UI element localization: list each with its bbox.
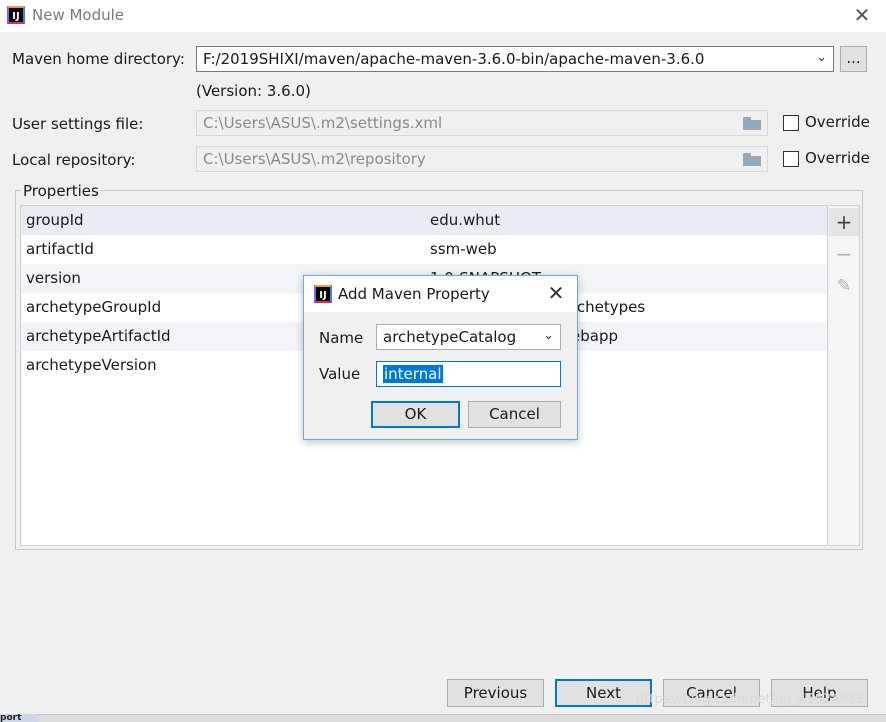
close-icon[interactable]: ✕ [851, 4, 873, 26]
dialog-value-label: Value [319, 365, 361, 383]
user-settings-label: User settings file: [12, 115, 144, 133]
background-tab: port [0, 714, 38, 722]
local-repository-field[interactable]: C:\Users\ASUS\.m2\repository [196, 146, 768, 172]
add-property-icon[interactable]: + [829, 208, 859, 236]
chevron-down-icon[interactable]: ⌄ [543, 328, 554, 343]
user-settings-value: C:\Users\ASUS\.m2\settings.xml [203, 114, 443, 132]
dialog-name-label: Name [319, 329, 364, 347]
maven-version-text: (Version: 3.6.0) [196, 82, 311, 100]
watermark: https://blog.csdn.net/qq_43624683 [636, 692, 865, 707]
property-name-combo[interactable]: archetypeCatalog ⌄ [376, 324, 561, 350]
properties-legend: Properties [21, 182, 101, 200]
dialog-title: Add Maven Property [338, 285, 490, 303]
property-value: edu.whut [430, 211, 501, 229]
background-window-edge [0, 714, 886, 722]
previous-button[interactable]: Previous [447, 679, 544, 707]
properties-toolbar: + − ✎ [829, 205, 860, 546]
property-value-text: internal [383, 365, 443, 383]
property-value-input[interactable]: internal [376, 361, 561, 387]
maven-home-label: Maven home directory: [12, 50, 185, 68]
user-settings-field[interactable]: C:\Users\ASUS\.m2\settings.xml [196, 110, 768, 136]
folder-icon[interactable] [743, 117, 761, 130]
override-settings-label: Override [805, 113, 870, 131]
maven-home-combo[interactable]: F:/2019SHIXI/maven/apache-maven-3.6.0-bi… [196, 46, 834, 72]
property-key: artifactId [26, 240, 94, 258]
intellij-app-icon: IJ [314, 285, 332, 303]
property-key: archetypeArtifactId [26, 327, 171, 345]
remove-property-icon[interactable]: − [829, 240, 859, 268]
window-title: New Module [32, 6, 125, 24]
override-repository-checkbox[interactable] [783, 151, 799, 167]
property-key: version [26, 269, 81, 287]
table-row[interactable]: groupId edu.whut [21, 206, 827, 235]
property-value: rchetypes [571, 298, 646, 316]
local-repository-label: Local repository: [12, 151, 136, 169]
chevron-down-icon[interactable]: ⌄ [816, 50, 827, 65]
close-icon[interactable]: ✕ [544, 281, 568, 305]
property-name-value: archetypeCatalog [383, 328, 517, 346]
property-value: ssm-web [430, 240, 497, 258]
ok-button[interactable]: OK [371, 401, 460, 428]
override-settings-checkbox[interactable] [783, 115, 799, 131]
edit-property-icon[interactable]: ✎ [829, 272, 859, 300]
property-value: ebapp [571, 327, 618, 345]
dialog-cancel-button[interactable]: Cancel [468, 401, 561, 428]
property-key: archetypeVersion [26, 356, 157, 374]
add-maven-property-dialog: IJ Add Maven Property ✕ Name archetypeCa… [303, 275, 578, 440]
local-repository-value: C:\Users\ASUS\.m2\repository [203, 150, 426, 168]
folder-icon[interactable] [743, 153, 761, 166]
maven-home-value: F:/2019SHIXI/maven/apache-maven-3.6.0-bi… [203, 50, 705, 68]
browse-button[interactable]: ... [840, 46, 867, 72]
table-row[interactable]: artifactId ssm-web [21, 235, 827, 264]
override-repository-label: Override [805, 149, 870, 167]
intellij-app-icon: IJ [7, 6, 25, 24]
dialog-title-bar: IJ Add Maven Property ✕ [304, 276, 577, 312]
property-key: archetypeGroupId [26, 298, 162, 316]
title-bar: IJ New Module ✕ [0, 0, 886, 32]
property-key: groupId [26, 211, 84, 229]
